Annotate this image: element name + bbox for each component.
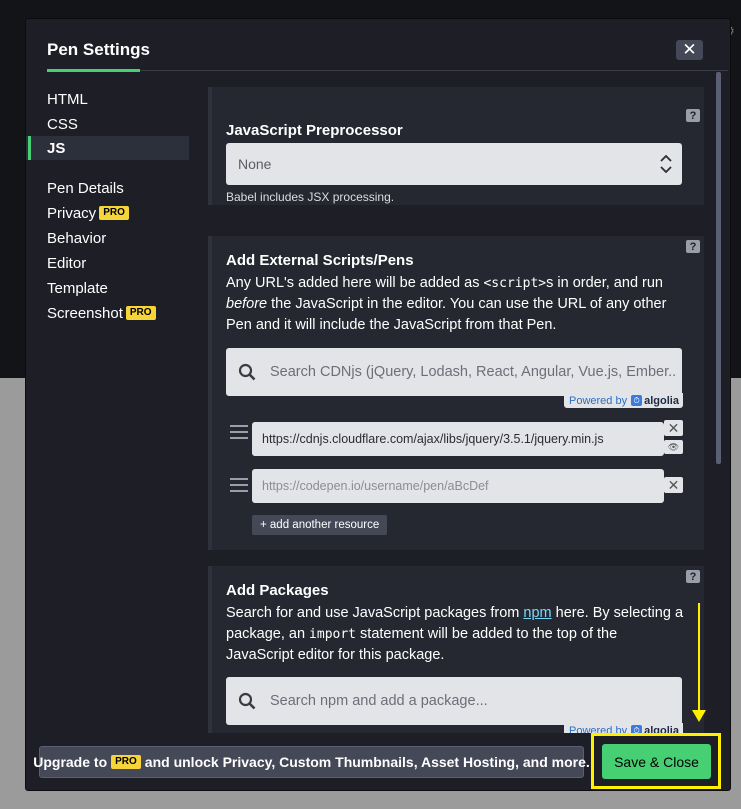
pro-badge: PRO bbox=[111, 755, 141, 769]
title-divider bbox=[140, 70, 728, 71]
npm-search-input[interactable]: Search npm and add a package... bbox=[226, 677, 682, 725]
save-close-button[interactable]: Save & Close bbox=[602, 744, 711, 779]
drag-handle-icon[interactable] bbox=[230, 478, 248, 494]
external-scripts-panel: ? Add External Scripts/Pens Any URL's ad… bbox=[208, 236, 704, 550]
algolia-attribution: Powered by ⏱ algolia bbox=[564, 393, 683, 408]
upgrade-button[interactable]: Upgrade to PRO and unlock Privacy, Custo… bbox=[33, 746, 590, 778]
cdnjs-search-input[interactable]: Search CDNjs (jQuery, Lodash, React, Ang… bbox=[226, 348, 682, 396]
sidebar-item-screenshot[interactable]: Screenshot PRO bbox=[26, 301, 189, 325]
annotation-arrow-line bbox=[698, 603, 700, 713]
chevron-updown-icon bbox=[660, 154, 672, 174]
resource-input[interactable]: https://codepen.io/username/pen/aBcDef bbox=[252, 469, 664, 503]
panel-title: Add Packages bbox=[226, 582, 329, 599]
sidebar-item-template[interactable]: Template bbox=[26, 276, 189, 300]
sidebar-item-privacy[interactable]: Privacy PRO bbox=[26, 201, 189, 225]
panel-description: Any URL's added here will be added as <s… bbox=[226, 275, 667, 333]
help-icon[interactable]: ? bbox=[686, 570, 700, 583]
js-preprocessor-panel: ? JavaScript Preprocessor None Babel inc… bbox=[208, 87, 704, 205]
preprocessor-hint: Babel includes JSX processing. bbox=[226, 190, 395, 204]
add-resource-button[interactable]: + add another resource bbox=[252, 515, 388, 535]
packages-panel: ? Add Packages Search for and use JavaSc… bbox=[208, 566, 704, 733]
sidebar-item-css[interactable]: CSS bbox=[26, 112, 189, 136]
close-button[interactable]: ✕ bbox=[676, 40, 703, 60]
pro-badge: PRO bbox=[99, 206, 129, 220]
modal-title: Pen Settings bbox=[47, 40, 150, 59]
algolia-icon: ⏱ bbox=[631, 725, 643, 733]
algolia-attribution: Powered by ⏱ algolia bbox=[564, 723, 683, 733]
panel-title: JavaScript Preprocessor bbox=[226, 122, 403, 139]
resource-input[interactable]: https://cdnjs.cloudflare.com/ajax/libs/j… bbox=[252, 422, 664, 456]
settings-content: ? JavaScript Preprocessor None Babel inc… bbox=[208, 87, 723, 733]
search-icon bbox=[238, 363, 256, 381]
panel-title: Add External Scripts/Pens bbox=[226, 252, 414, 269]
algolia-icon: ⏱ bbox=[631, 395, 643, 406]
sidebar-item-html[interactable]: HTML bbox=[26, 87, 189, 111]
panel-description: Search for and use JavaScript packages f… bbox=[226, 605, 684, 663]
title-underline bbox=[47, 69, 140, 72]
pen-settings-modal: Pen Settings ✕ HTML CSS JS Pen Details P… bbox=[25, 18, 731, 791]
remove-resource-button[interactable]: ✕ bbox=[664, 420, 683, 436]
close-icon: ✕ bbox=[682, 40, 697, 59]
search-icon bbox=[238, 692, 256, 710]
sidebar-item-pen-details[interactable]: Pen Details bbox=[26, 176, 189, 200]
sidebar-item-behavior[interactable]: Behavior bbox=[26, 226, 189, 250]
annotation-arrow-head bbox=[692, 710, 706, 722]
close-icon: ✕ bbox=[667, 476, 680, 493]
help-icon[interactable]: ? bbox=[686, 109, 700, 122]
view-resource-button[interactable]: 👁 bbox=[664, 440, 683, 454]
remove-resource-button[interactable]: ✕ bbox=[664, 477, 683, 493]
js-preprocessor-select[interactable]: None bbox=[226, 143, 682, 185]
drag-handle-icon[interactable] bbox=[230, 425, 248, 441]
close-icon: ✕ bbox=[667, 419, 680, 436]
eye-icon: 👁 bbox=[667, 441, 680, 452]
help-icon[interactable]: ? bbox=[686, 240, 700, 253]
sidebar-item-editor[interactable]: Editor bbox=[26, 251, 189, 275]
npm-link[interactable]: npm bbox=[523, 605, 551, 621]
sidebar-item-js[interactable]: JS bbox=[26, 136, 189, 160]
pro-badge: PRO bbox=[125, 306, 156, 320]
